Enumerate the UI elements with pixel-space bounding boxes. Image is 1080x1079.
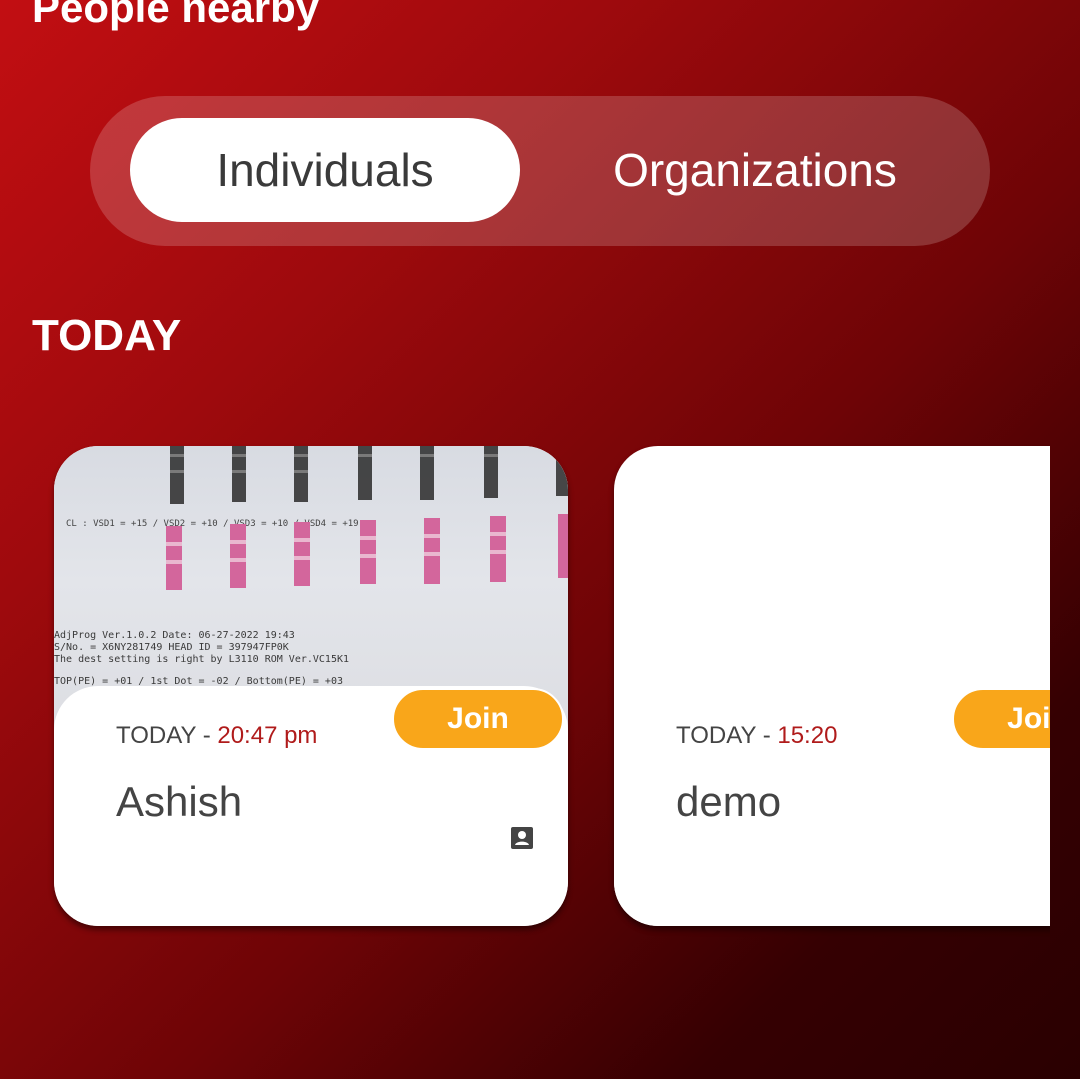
join-button[interactable]: Join bbox=[392, 688, 564, 750]
card-time-separator: - bbox=[196, 722, 218, 749]
person-card[interactable]: TODAY - 15:20 demo Join bbox=[614, 446, 1050, 926]
section-heading-today: TODAY bbox=[32, 311, 182, 360]
card-time-line: TODAY - 20:47 pm bbox=[116, 722, 317, 750]
segment-control: Individuals Organizations bbox=[90, 96, 990, 246]
card-time-line: TODAY - 15:20 bbox=[676, 722, 837, 750]
tab-individuals[interactable]: Individuals bbox=[130, 118, 520, 222]
cards-carousel[interactable]: CL : VSD1 = +15 / VSD2 = +10 / VSD3 = +1… bbox=[0, 440, 1050, 940]
card-time: 15:20 bbox=[777, 722, 838, 749]
photo-text-line2: AdjProg Ver.1.0.2 Date: 06-27-2022 19:43 bbox=[54, 630, 295, 641]
card-name: demo bbox=[676, 778, 782, 825]
page-title: People nearby bbox=[32, 0, 320, 31]
card-day: TODAY bbox=[676, 722, 757, 749]
card-time: 20:47 pm bbox=[217, 722, 318, 749]
tab-organizations[interactable]: Organizations bbox=[560, 118, 950, 222]
photo-text-line3: S/No. = X6NY281749 HEAD ID = 397947FP0K bbox=[54, 642, 289, 653]
card-name: Ashish bbox=[116, 778, 243, 825]
person-card[interactable]: CL : VSD1 = +15 / VSD2 = +10 / VSD3 = +1… bbox=[54, 446, 568, 926]
join-button[interactable]: Join bbox=[952, 688, 1050, 750]
contact-card-icon bbox=[511, 827, 533, 849]
photo-text-line1: CL : VSD1 = +15 / VSD2 = +10 / VSD3 = +1… bbox=[66, 519, 359, 529]
photo-text-line4: The dest setting is right by L3110 ROM V… bbox=[54, 654, 349, 665]
card-day: TODAY bbox=[116, 722, 197, 749]
card-time-separator: - bbox=[756, 722, 778, 749]
